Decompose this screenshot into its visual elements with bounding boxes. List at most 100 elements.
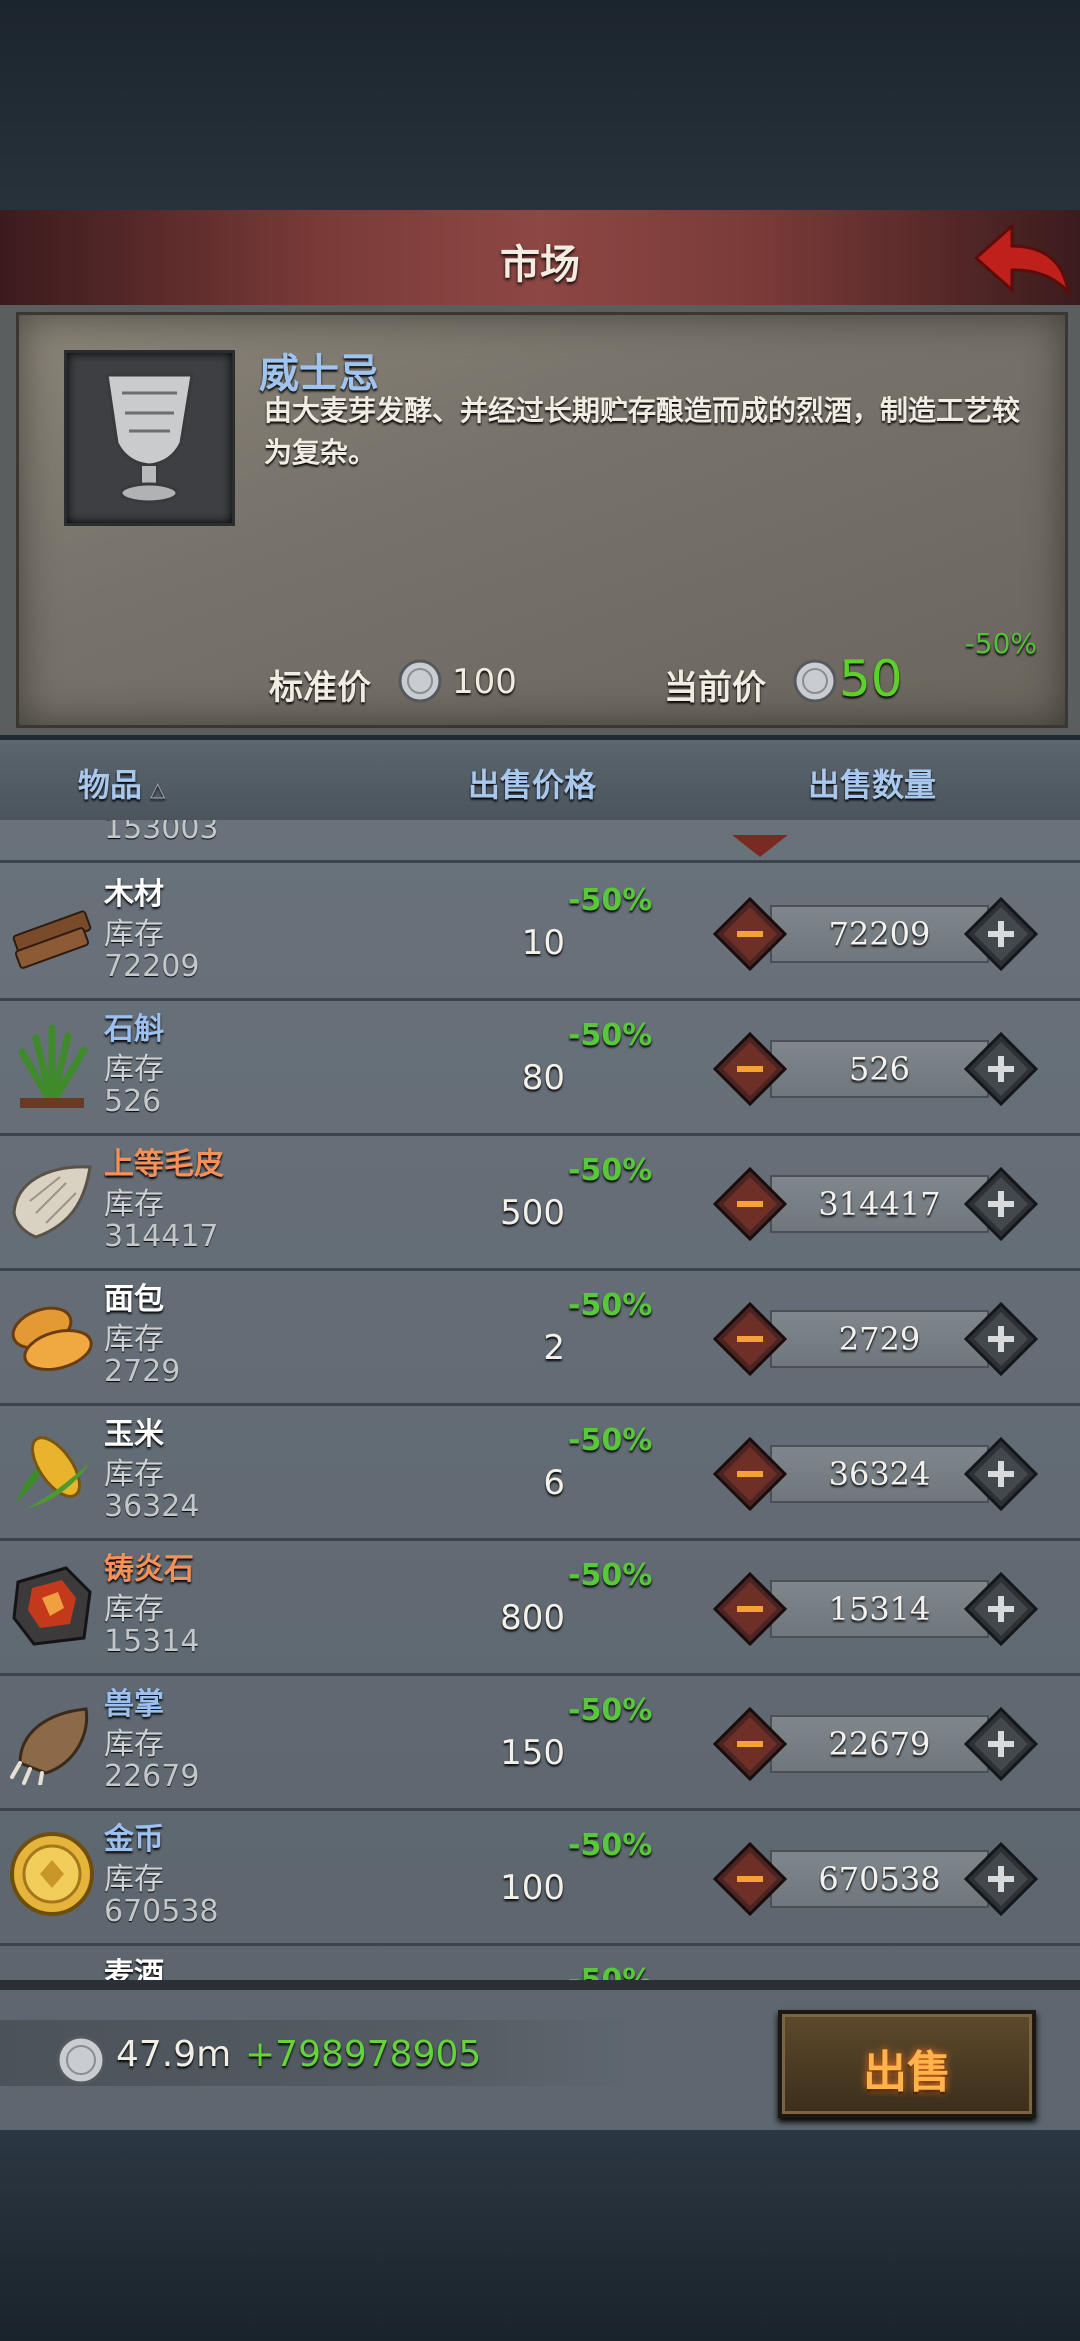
sell-price: 6 [543, 1463, 565, 1503]
stock-value: 15314 [104, 1624, 200, 1659]
column-price[interactable]: 出售价格 [468, 760, 596, 806]
table-row: 金币 库存 670538 -50% 100 670538 [0, 1808, 1080, 1946]
stock-label: 库存 [104, 1862, 164, 1897]
silver-coin-icon [793, 659, 837, 703]
paw-icon [10, 1707, 89, 1785]
fur-icon [12, 1165, 92, 1239]
quantity-value: 670538 [818, 1860, 941, 1898]
quantity-field[interactable]: 22679 [770, 1715, 989, 1773]
minus-button[interactable] [713, 1302, 787, 1376]
item-name: 兽掌 [104, 1687, 164, 1722]
table-row: 上等毛皮 库存 314417 -50% 500 314417 [0, 1133, 1080, 1271]
discount-label: -50% [568, 1828, 653, 1863]
plus-button[interactable] [964, 1707, 1038, 1781]
table-header: 物品 △ 出售价格 出售数量 [0, 740, 1080, 820]
wood-icon [12, 910, 92, 969]
stock-value: 36324 [104, 1489, 200, 1524]
sell-price: 800 [500, 1598, 565, 1638]
discount-label: -50% [568, 1018, 653, 1053]
table-row: 玉米 库存 36324 -50% 6 36324 [0, 1403, 1080, 1541]
minus-button[interactable] [713, 1572, 787, 1646]
stock-value: 670538 [104, 1894, 219, 1929]
item-list[interactable]: 153003 木材 库存 72209 -50% 10 72209 石斛 库存 5… [0, 820, 1080, 1985]
item-name: 玉米 [104, 1417, 164, 1452]
page-title: 市场 [500, 242, 580, 288]
discount-label: -50% [568, 1288, 653, 1323]
minus-button[interactable] [713, 1437, 787, 1511]
back-arrow-icon[interactable] [972, 218, 1072, 298]
stock-value: 526 [104, 1084, 162, 1119]
quantity-field[interactable]: 526 [770, 1040, 989, 1098]
sell-button-label: 出售 [863, 2047, 951, 2098]
discount-label: -50% [568, 1558, 653, 1593]
sell-price: 100 [500, 1868, 565, 1908]
table-row: 153003 [0, 820, 1080, 863]
plus-button[interactable] [964, 1842, 1038, 1916]
item-info-panel: 威士忌 由大麦芽发酵、并经过长期贮存酿造而成的烈酒，制造工艺较为复杂。 标准价 … [16, 312, 1068, 728]
silver-coin-icon [56, 2035, 106, 2085]
stock-label: 库存 [104, 1592, 164, 1627]
minus-button[interactable] [713, 1032, 787, 1106]
divider [0, 1980, 1080, 1990]
stock-value: 153003 [104, 820, 219, 846]
sell-price: 500 [500, 1193, 565, 1233]
table-row: 麦酒 -50% [0, 1943, 1080, 1985]
sell-price: 2 [543, 1328, 565, 1368]
money-gain: +798978905 [245, 2034, 482, 2075]
minus-button-fragment [732, 835, 788, 857]
sell-price: 150 [500, 1733, 565, 1773]
minus-button[interactable] [713, 1842, 787, 1916]
stock-label: 库存 [104, 1727, 164, 1762]
quantity-field[interactable]: 2729 [770, 1310, 989, 1368]
quantity-value: 36324 [828, 1455, 931, 1493]
stock-label: 库存 [104, 1052, 164, 1087]
discount-label: -50% [568, 1423, 653, 1458]
item-icon-frame [64, 350, 235, 526]
table-row: 面包 库存 2729 -50% 2 2729 [0, 1268, 1080, 1406]
current-price-label: 当前价 [664, 668, 766, 708]
standard-price-value: 100 [452, 662, 517, 702]
plus-button[interactable] [964, 897, 1038, 971]
quantity-value: 72209 [828, 915, 931, 953]
goblet-icon [105, 373, 194, 504]
item-name: 面包 [104, 1282, 164, 1317]
discount-label: -50% [568, 883, 653, 918]
herb-icon [18, 1024, 88, 1108]
discount-label: -50% [568, 1693, 653, 1728]
item-description: 由大麦芽发酵、并经过长期贮存酿造而成的烈酒，制造工艺较为复杂。 [264, 394, 1021, 469]
quantity-field[interactable]: 72209 [770, 905, 989, 963]
column-quantity[interactable]: 出售数量 [808, 760, 936, 806]
quantity-field[interactable]: 36324 [770, 1445, 989, 1503]
item-name: 铸炎石 [104, 1552, 194, 1587]
minus-button[interactable] [713, 1167, 787, 1241]
stock-label: 库存 [104, 1322, 164, 1357]
item-name: 上等毛皮 [104, 1147, 224, 1182]
money-total: 47.9m [116, 2034, 232, 2075]
plus-button[interactable] [964, 1437, 1038, 1511]
corn-icon [16, 1436, 90, 1509]
stock-label: 库存 [104, 1457, 164, 1492]
quantity-field[interactable]: 15314 [770, 1580, 989, 1638]
column-item[interactable]: 物品 △ [78, 760, 165, 806]
plus-button[interactable] [964, 1572, 1038, 1646]
quantity-value: 526 [848, 1050, 911, 1088]
price-discount: -50% [964, 627, 1037, 660]
quantity-field[interactable]: 314417 [770, 1175, 989, 1233]
title-bar: 市场 [0, 210, 1080, 309]
sort-icon: △ [150, 777, 166, 801]
sell-button[interactable]: 出售 [778, 2010, 1036, 2118]
silver-coin-icon [398, 659, 442, 703]
plus-button[interactable] [964, 1302, 1038, 1376]
sell-price: 80 [521, 1058, 565, 1098]
table-row: 兽掌 库存 22679 -50% 150 22679 [0, 1673, 1080, 1811]
minus-button[interactable] [713, 897, 787, 971]
plus-button[interactable] [964, 1032, 1038, 1106]
flame-stone-icon [12, 1566, 92, 1646]
bread-icon [11, 1306, 93, 1371]
gold-coin-icon [10, 1832, 94, 1916]
minus-button[interactable] [713, 1707, 787, 1781]
quantity-field[interactable]: 670538 [770, 1850, 989, 1908]
plus-button[interactable] [964, 1167, 1038, 1241]
quantity-value: 2729 [838, 1320, 921, 1358]
table-row: 石斛 库存 526 -50% 80 526 [0, 998, 1080, 1136]
